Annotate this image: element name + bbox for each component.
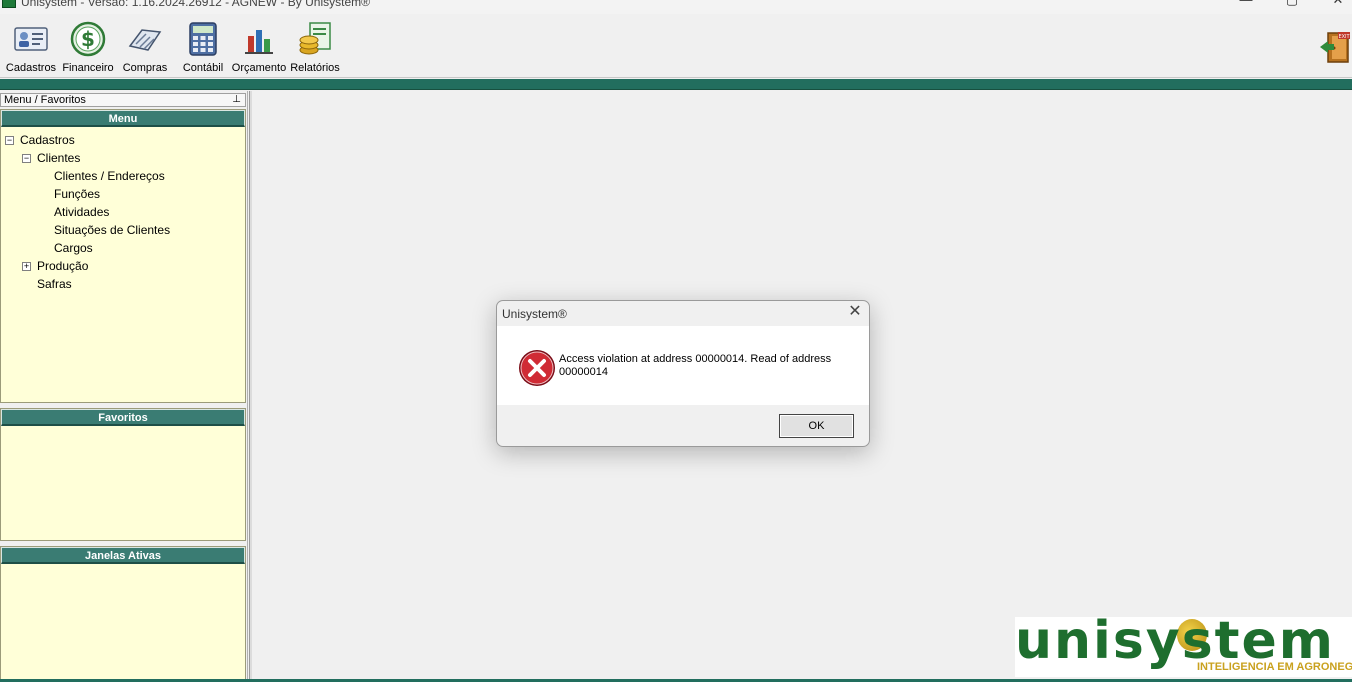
menu-favorites-panel: Menu / Favoritos ⊥ Menu − Cadastros − Cl… (0, 91, 248, 682)
exit-door-icon[interactable]: EXIT (1318, 30, 1352, 64)
close-window-button[interactable]: ✕ (1328, 0, 1348, 8)
tree-item-label: Situações de Clientes (54, 223, 171, 237)
dollar-coin-icon: $ (70, 21, 106, 57)
financeiro-label: Financeiro (62, 62, 114, 74)
main-toolbar: Cadastros $ Financeiro Compras Contábil (0, 14, 1352, 78)
dialog-body: Access violation at address 00000014. Re… (497, 326, 869, 405)
tree-item-situacoes-de-clientes[interactable]: Situações de Clientes (1, 221, 245, 239)
dialog-close-button[interactable]: ✕ (847, 304, 863, 321)
id-card-icon (14, 27, 48, 51)
tree-item-clientes[interactable]: − Clientes (1, 149, 245, 167)
tree-item-label: Clientes / Endereços (54, 169, 165, 183)
panel-splitter[interactable] (249, 91, 252, 682)
tree-item-cargos[interactable]: Cargos (1, 239, 245, 257)
orcamento-label: Orçamento (231, 62, 287, 74)
tree-item-label: Funções (54, 187, 101, 201)
dialog-message: Access violation at address 00000014. Re… (559, 353, 832, 378)
active-windows-section-title: Janelas Ativas (1, 547, 245, 564)
menu-section: Menu − Cadastros − Clientes Clientes / E… (0, 109, 246, 403)
compras-label: Compras (122, 62, 168, 74)
svg-text:$: $ (81, 27, 95, 51)
orcamento-button[interactable]: Orçamento (231, 18, 287, 76)
cadastros-label: Cadastros (5, 62, 57, 74)
tree-item-label: Cargos (54, 241, 93, 255)
tree-item-label: Clientes (37, 151, 81, 165)
tree-item-safras[interactable]: Safras (1, 275, 245, 293)
collapse-icon[interactable]: − (22, 154, 31, 163)
tree-item-atividades[interactable]: Atividades (1, 203, 245, 221)
favorites-section: Favoritos (0, 408, 246, 541)
compras-button[interactable]: Compras (120, 18, 170, 76)
maximize-button[interactable]: ▢ (1282, 0, 1302, 8)
error-dialog: Unisystem® ✕ Access violation at address… (496, 300, 870, 447)
ok-button[interactable]: OK (779, 414, 854, 438)
relatorios-label: Relatórios (290, 62, 340, 74)
menu-tree: − Cadastros − Clientes Clientes / Endere… (1, 127, 245, 293)
tree-item-producao[interactable]: + Produção (1, 257, 245, 275)
menu-section-title: Menu (1, 110, 245, 127)
company-logo: unisystem INTELIGENCIA EM AGRONEGOCIO (1015, 617, 1352, 677)
favorites-section-title: Favoritos (1, 409, 245, 426)
dialog-title: Unisystem® (502, 307, 567, 321)
contabil-button[interactable]: Contábil (180, 18, 226, 76)
active-windows-section: Janelas Ativas (0, 546, 246, 680)
logo-tagline: INTELIGENCIA EM AGRONEGOCIO (1197, 661, 1352, 673)
tree-item-clientes-enderecos[interactable]: Clientes / Endereços (1, 167, 245, 185)
exit-badge-text: EXIT (1338, 34, 1350, 40)
title-bar: Unisystem - Versão: 1.16.2024.26912 - AG… (0, 0, 1352, 14)
report-coins-icon (299, 22, 331, 55)
tree-item-label: Produção (37, 259, 89, 273)
panel-header: Menu / Favoritos ⊥ (0, 93, 246, 107)
tree-item-label: Atividades (54, 205, 110, 219)
bar-chart-icon (245, 30, 273, 54)
window-title: Unisystem - Versão: 1.16.2024.26912 - AG… (21, 0, 370, 9)
minimize-button[interactable]: — (1236, 0, 1256, 8)
app-icon (2, 0, 16, 8)
cadastros-button[interactable]: Cadastros (4, 18, 58, 76)
toolbar-divider (0, 79, 1352, 90)
tree-item-cadastros[interactable]: − Cadastros (1, 131, 245, 149)
expand-icon[interactable]: + (22, 262, 31, 271)
panel-header-title: Menu / Favoritos (4, 94, 86, 106)
tree-item-label: Cadastros (20, 133, 75, 147)
contabil-label: Contábil (182, 62, 224, 74)
relatorios-button[interactable]: Relatórios (289, 18, 341, 76)
calculator-icon (189, 22, 217, 56)
tree-item-label: Safras (37, 277, 72, 291)
handshake-icon (128, 29, 162, 51)
collapse-icon[interactable]: − (5, 136, 14, 145)
financeiro-button[interactable]: $ Financeiro (60, 18, 116, 76)
pin-icon[interactable]: ⊥ (232, 94, 241, 106)
error-icon (519, 350, 555, 386)
tree-item-funcoes[interactable]: Funções (1, 185, 245, 203)
